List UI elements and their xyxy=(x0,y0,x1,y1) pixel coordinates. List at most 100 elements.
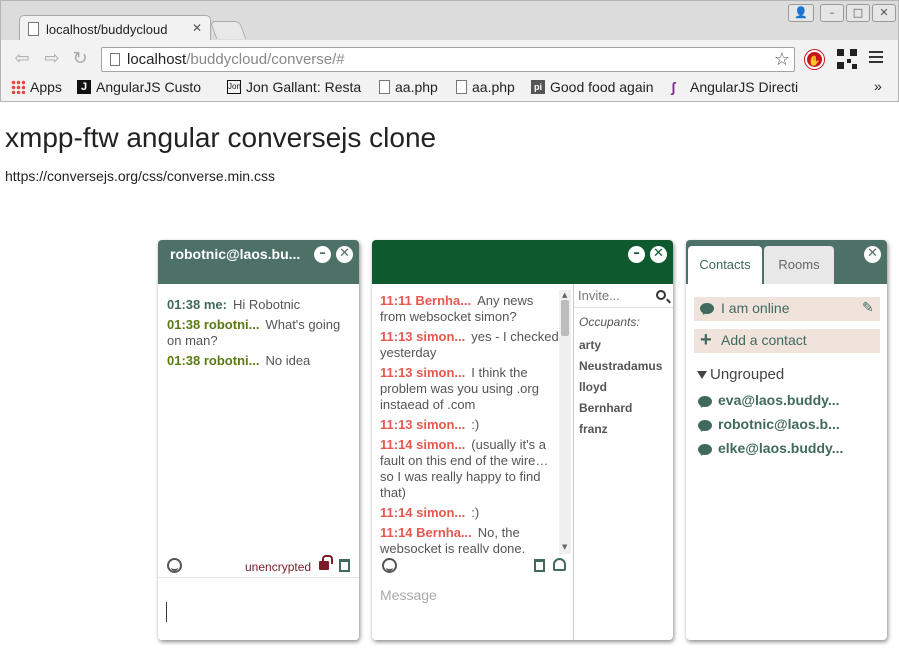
room-message: 11:14 simon... (usually it's a fault on t… xyxy=(380,437,549,500)
occupant-item[interactable]: Bernhard xyxy=(579,401,662,422)
angular-icon: ʃ xyxy=(671,79,676,95)
chatroom-box: – ✕ 11:11 Bernha... Any news from websock… xyxy=(372,240,673,640)
bookmark-star-icon[interactable]: ☆ xyxy=(774,49,790,70)
text-caret xyxy=(166,602,167,622)
contact-group-toggle[interactable]: Ungrouped xyxy=(697,366,784,383)
room-messages: 11:11 Bernha... Any news from websocket s… xyxy=(380,293,560,553)
unlock-icon[interactable] xyxy=(319,555,333,570)
forward-icon[interactable]: ⇨ xyxy=(41,48,63,70)
controlbox: Contacts Rooms ✕ I am online ✎ + Add a c… xyxy=(686,240,887,640)
bookmark-item[interactable]: J AngularJS Custo xyxy=(77,79,201,95)
chat-bubble-icon xyxy=(698,420,712,431)
chat-bubble-icon xyxy=(698,396,712,407)
chat-messages: 01:38 me: Hi Robotnic 01:38 robotni... Wha… xyxy=(167,297,353,373)
occupants-panel: Occupants: arty Neustradamus lloyd Bernh… xyxy=(573,284,673,640)
room-message: 11:13 simon...:) xyxy=(380,417,480,432)
page-icon xyxy=(379,80,390,94)
close-room-button[interactable]: ✕ xyxy=(650,246,667,263)
scroll-down-icon[interactable]: ▼ xyxy=(562,543,567,551)
occupant-item[interactable]: lloyd xyxy=(579,380,662,401)
room-message-input[interactable]: Message xyxy=(372,577,573,640)
close-tab-icon[interactable]: ✕ xyxy=(192,21,202,35)
controlbox-header: Contacts Rooms ✕ xyxy=(686,240,887,284)
more-bookmarks-icon[interactable]: » xyxy=(874,78,882,94)
close-controlbox-button[interactable]: ✕ xyxy=(864,246,881,263)
chat-message: 01:38 robotni... No idea xyxy=(167,353,311,368)
browser-tab[interactable]: localhost/buddycloud ✕ xyxy=(19,15,211,41)
message-placeholder: Message xyxy=(380,587,437,603)
tab-strip: localhost/buddycloud ✕ 👤 – □ ✕ xyxy=(1,1,898,41)
chat-title: robotnic@laos.bu... xyxy=(170,246,301,262)
room-message: 11:11 Bernha... Any news from websocket s… xyxy=(380,293,534,324)
maximize-window-button[interactable]: □ xyxy=(846,4,870,22)
qr-code-icon[interactable] xyxy=(837,49,857,69)
address-bar[interactable]: localhost/buddycloud/converse/# ☆ xyxy=(101,47,795,72)
bookmarks-bar: Apps J AngularJS Custo Jon Jon Gallant: Re… xyxy=(1,78,898,100)
bookmark-item[interactable]: aa.php xyxy=(456,79,515,95)
emoji-icon[interactable] xyxy=(382,558,397,573)
plus-icon: + xyxy=(700,329,712,351)
chat-message: 01:38 me: Hi Robotnic xyxy=(167,297,301,312)
chat-message: 01:38 robotni... What's going on man? xyxy=(167,317,341,348)
minimize-room-button[interactable]: – xyxy=(628,246,645,263)
messages-scrollbar[interactable]: ▲ ▼ xyxy=(559,290,571,554)
emoji-icon[interactable] xyxy=(167,558,182,573)
occupant-item[interactable]: arty xyxy=(579,338,662,359)
occupant-item[interactable]: franz xyxy=(579,422,662,443)
scrollbar-thumb[interactable] xyxy=(561,300,569,336)
tab-title: localhost/buddycloud xyxy=(46,22,168,37)
status-selector[interactable]: I am online ✎ xyxy=(694,297,880,321)
close-window-button[interactable]: ✕ xyxy=(872,4,896,22)
chat-bubble-icon xyxy=(698,444,712,455)
back-icon[interactable]: ⇦ xyxy=(11,48,33,70)
scroll-up-icon[interactable]: ▲ xyxy=(562,291,567,299)
new-tab-button[interactable] xyxy=(209,21,247,39)
add-contact-button[interactable]: + Add a contact xyxy=(694,329,880,353)
adblock-icon[interactable]: ✋ xyxy=(805,50,824,69)
j-icon: J xyxy=(77,80,91,94)
bookmark-item[interactable]: ʃ AngularJS Directi xyxy=(671,79,798,95)
chat-header[interactable]: robotnic@laos.bu... – ✕ xyxy=(158,240,359,284)
close-chat-button[interactable]: ✕ xyxy=(336,246,353,263)
tab-contacts[interactable]: Contacts xyxy=(688,246,762,284)
jon-icon: Jon xyxy=(227,80,241,94)
reload-icon[interactable]: ↻ xyxy=(69,48,91,70)
bookmark-item[interactable]: aa.php xyxy=(379,79,438,95)
status-text: I am online xyxy=(721,300,790,316)
search-icon[interactable] xyxy=(656,290,666,300)
css-link-text: https://conversejs.org/css/converse.min.… xyxy=(5,168,275,184)
bookmark-item[interactable]: pi Good food again xyxy=(531,79,654,95)
page-title: xmpp-ftw angular conversejs clone xyxy=(5,122,437,153)
caret-down-icon xyxy=(697,371,707,379)
message-input[interactable] xyxy=(158,577,359,640)
room-message: 11:14 simon...:) xyxy=(380,505,480,520)
trash-icon[interactable] xyxy=(534,559,545,572)
browser-toolbar: ⇦ ⇨ ↻ localhost/buddycloud/converse/# ☆ … xyxy=(1,40,898,78)
occupants-list: arty Neustradamus lloyd Bernhard franz xyxy=(579,338,662,443)
minimize-chat-button[interactable]: – xyxy=(314,246,331,263)
apps-icon xyxy=(11,80,25,94)
minimize-window-button[interactable]: – xyxy=(820,4,844,22)
chatbox-robotnic: robotnic@laos.bu... – ✕ 01:38 me: Hi Robo… xyxy=(158,240,359,640)
url-text: localhost/buddycloud/converse/# xyxy=(127,51,345,68)
encryption-status[interactable]: unencrypted xyxy=(245,560,311,574)
trash-icon[interactable] xyxy=(339,559,350,572)
pi-icon: pi xyxy=(531,80,545,94)
page-icon xyxy=(456,80,467,94)
tab-rooms[interactable]: Rooms xyxy=(764,246,834,284)
page-icon xyxy=(110,53,120,66)
occupant-item[interactable]: Neustradamus xyxy=(579,359,662,380)
pencil-icon[interactable]: ✎ xyxy=(862,299,874,316)
room-header[interactable]: – ✕ xyxy=(372,240,673,284)
menu-icon[interactable] xyxy=(869,51,883,65)
page-icon xyxy=(28,22,39,36)
bookmark-apps[interactable]: Apps xyxy=(11,79,62,95)
bookmark-item[interactable]: Jon Jon Gallant: Resta xyxy=(227,79,361,95)
add-contact-label: Add a contact xyxy=(721,332,807,348)
room-message: 11:14 Bernha... No, the websocket is real… xyxy=(380,525,526,553)
user-icon[interactable]: 👤 xyxy=(788,4,814,22)
chat-bubble-icon xyxy=(700,303,714,314)
toggle-occupants-icon[interactable] xyxy=(553,558,566,571)
room-message: 11:13 simon... I think the problem was yo… xyxy=(380,365,539,412)
occupants-label: Occupants: xyxy=(579,315,640,329)
